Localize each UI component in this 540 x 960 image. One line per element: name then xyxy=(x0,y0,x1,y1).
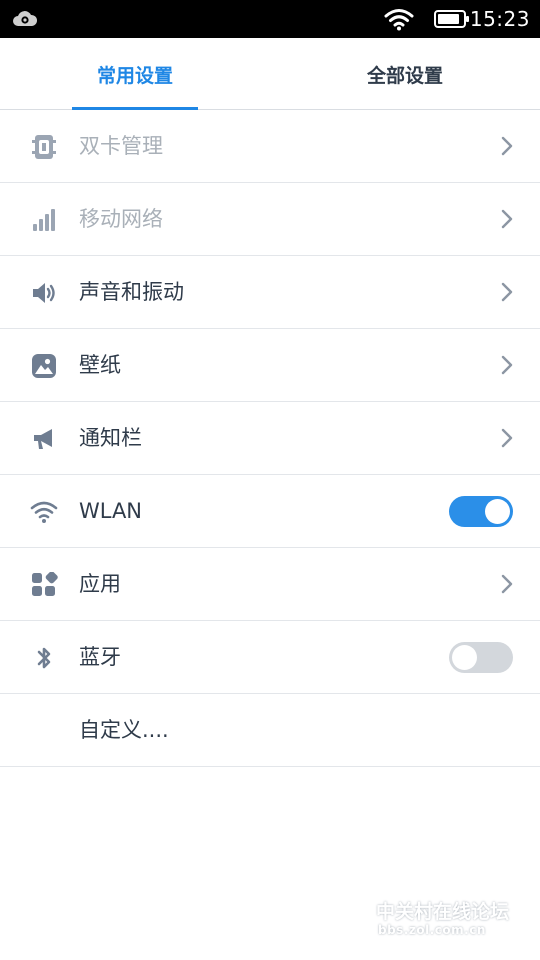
chevron-right-icon xyxy=(501,355,513,375)
watermark-url: bbs.zol.com.cn xyxy=(378,923,486,937)
settings-item-sound-vibration[interactable]: 声音和振动 xyxy=(0,256,540,329)
settings-item-apps[interactable]: 应用 xyxy=(0,548,540,621)
settings-item-label: 壁纸 xyxy=(79,353,121,377)
signal-bars-icon xyxy=(33,209,55,231)
settings-item-wlan[interactable]: WLAN xyxy=(0,475,540,548)
settings-list: 双卡管理 移动网络 声音和振动 壁纸 通知栏 WLAN 应用 蓝牙 自定义...… xyxy=(0,110,540,767)
chevron-right-icon xyxy=(501,282,513,302)
cloud-eye-icon xyxy=(13,11,38,26)
settings-item-dual-sim[interactable]: 双卡管理 xyxy=(0,110,540,183)
speaker-icon xyxy=(33,283,55,303)
wlan-toggle[interactable] xyxy=(449,496,513,527)
toggle-knob xyxy=(452,645,477,670)
settings-item-label: 移动网络 xyxy=(79,207,163,231)
dual-sim-icon xyxy=(32,135,56,159)
apps-grid-icon xyxy=(32,572,58,596)
status-bar: 15:23 xyxy=(0,0,540,38)
settings-item-customize[interactable]: 自定义.... xyxy=(0,694,540,767)
watermark-title: 中关村在线论坛 xyxy=(376,901,510,923)
watermark: 中关村在线论坛 bbs.zol.com.cn xyxy=(334,893,530,945)
tab-common-settings[interactable]: 常用设置 xyxy=(0,38,270,110)
bluetooth-toggle[interactable] xyxy=(449,642,513,673)
tab-all-settings[interactable]: 全部设置 xyxy=(270,38,540,110)
bluetooth-icon xyxy=(37,647,51,669)
settings-item-label: 双卡管理 xyxy=(79,134,163,158)
chevron-right-icon xyxy=(501,428,513,448)
chevron-right-icon xyxy=(501,209,513,229)
toggle-knob xyxy=(485,499,510,524)
settings-item-label: WLAN xyxy=(79,499,143,523)
settings-item-label: 声音和振动 xyxy=(79,280,184,304)
megaphone-icon xyxy=(34,429,52,449)
battery-icon xyxy=(434,10,469,28)
chevron-right-icon xyxy=(501,136,513,156)
wallpaper-icon xyxy=(32,354,56,378)
wifi-icon xyxy=(384,9,414,31)
wifi-icon xyxy=(30,501,58,523)
settings-item-label: 自定义.... xyxy=(79,718,169,742)
settings-item-bluetooth[interactable]: 蓝牙 xyxy=(0,621,540,694)
settings-item-wallpaper[interactable]: 壁纸 xyxy=(0,329,540,402)
settings-item-label: 应用 xyxy=(79,572,121,596)
status-time: 15:23 xyxy=(469,7,530,31)
settings-item-label: 通知栏 xyxy=(79,426,142,450)
settings-item-notification-bar[interactable]: 通知栏 xyxy=(0,402,540,475)
zol-logo-icon xyxy=(335,900,373,938)
settings-item-mobile-network[interactable]: 移动网络 xyxy=(0,183,540,256)
tab-bar: 常用设置 全部设置 xyxy=(0,38,540,110)
chevron-right-icon xyxy=(501,574,513,594)
settings-item-label: 蓝牙 xyxy=(79,645,121,669)
